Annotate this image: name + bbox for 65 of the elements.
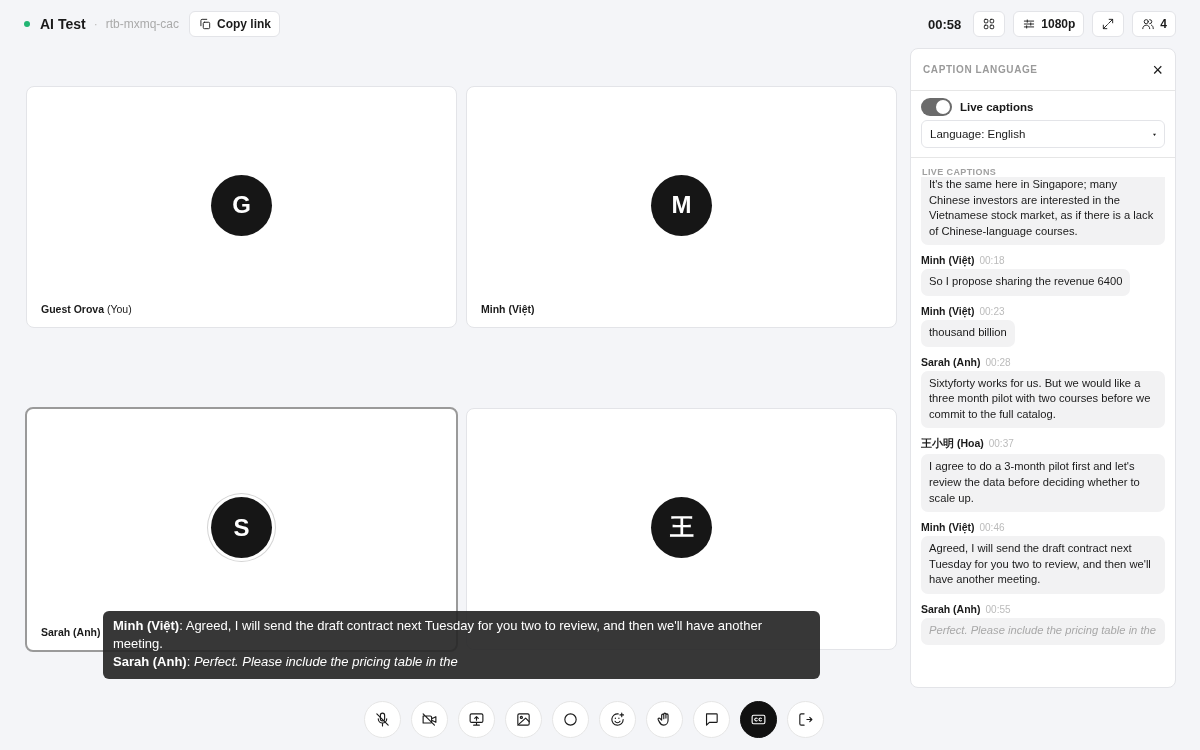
fullscreen-button[interactable] [1092, 11, 1125, 37]
hand-button[interactable] [646, 701, 683, 738]
speaker-name: Sarah (Anh) [921, 602, 981, 615]
speaker-name: Minh (Việt) [921, 254, 975, 267]
caption-line: Sarah (Anh): Perfect. Please include the pricing table in the [113, 653, 459, 671]
people-icon [1141, 17, 1156, 31]
avatar: M [651, 174, 712, 236]
timestamp: 00:37 [988, 438, 1014, 450]
close-button[interactable]: × [1152, 60, 1163, 79]
layout-button[interactable] [973, 11, 1006, 37]
caption-bubble: So I propose sharing the revenue 6400 [921, 269, 1131, 296]
participant-name: Sarah (Anh) [41, 626, 101, 638]
speaker-name: 王小明 (Hoa) [921, 437, 984, 452]
chat-button[interactable] [693, 701, 730, 738]
language-dropdown[interactable]: Language: English [921, 120, 1165, 148]
speaker-name: Sarah (Anh) [921, 355, 981, 368]
captions-button[interactable] [740, 701, 777, 738]
leave-button[interactable] [787, 701, 824, 738]
grid-icon [982, 17, 997, 31]
screen-share-icon [468, 711, 485, 728]
expand-icon [1101, 17, 1116, 31]
image-icon [515, 711, 532, 728]
timestamp: 00:18 [979, 255, 1005, 267]
avatar: 王 [651, 496, 712, 558]
caption-bubble: Sixtyforty works for us. But we would like a three month pilot with two courses before we commit to the full catalog. [921, 370, 1165, 429]
participant-name: Guest Orova (You) [41, 303, 132, 315]
camera-off-button[interactable] [411, 701, 448, 738]
image-button[interactable] [505, 701, 542, 738]
record-button[interactable] [552, 701, 589, 738]
emoji-add-icon [609, 711, 626, 728]
timestamp: 00:23 [979, 305, 1005, 317]
mic-off-button[interactable] [364, 701, 401, 738]
speaker-name: Minh (Việt) [921, 304, 975, 317]
caption-bubble: Perfect. Please include the pricing table in the [921, 617, 1165, 645]
timestamp: 00:46 [979, 522, 1005, 534]
chat-icon [703, 711, 720, 728]
timestamp: 00:28 [985, 356, 1011, 368]
record-icon [562, 711, 579, 728]
toggle-label: Live captions [960, 101, 1034, 113]
leave-icon [797, 711, 814, 728]
toggle-switch[interactable] [921, 98, 952, 116]
quality-button[interactable]: 1080p [1013, 11, 1085, 37]
speaker-name: Minh (Việt) [921, 521, 975, 534]
call-timer: 00:58 [928, 16, 962, 32]
copy-link-button[interactable]: Copy link [189, 11, 280, 37]
caption-bubble: I agree to do a 3-month pilot first and let's review the data before deciding whether to scale up. [921, 454, 1165, 513]
timestamp: 00:55 [985, 603, 1011, 615]
emoji-add-button[interactable] [599, 701, 636, 738]
sliders-icon [1022, 17, 1037, 31]
participant-name: Minh (Việt) [481, 303, 535, 315]
room-code: rtb-mxmq-cac [105, 17, 179, 31]
caption-bubble: Agreed, I will send the draft contract next Tuesday for you two to review, and then we'll have another meeting. [921, 536, 1165, 594]
caption-bubble: thousand billion [921, 319, 1015, 347]
screen-share-button[interactable] [458, 701, 495, 738]
caption-line: Minh (Việt): Agreed, I will send the draft contract next Tuesday for you two to review, and then we'll have another meeting. [113, 617, 763, 653]
panel-title: CAPTION LANGUAGE [923, 64, 1038, 75]
separator: · [93, 17, 98, 31]
mic-off-icon [374, 711, 391, 728]
participants-button[interactable]: 4 [1132, 11, 1176, 37]
caret-icon [1153, 132, 1156, 136]
camera-off-icon [421, 711, 438, 728]
caption-bubble: It's the same here in Singapore; many Chinese investors are interested in the Vietnamese stock market, as if there is a lack of Chinese-language courses. [921, 177, 1165, 246]
avatar: G [211, 174, 272, 236]
meeting-title: AI Test [40, 16, 86, 32]
copy-icon [198, 17, 212, 31]
